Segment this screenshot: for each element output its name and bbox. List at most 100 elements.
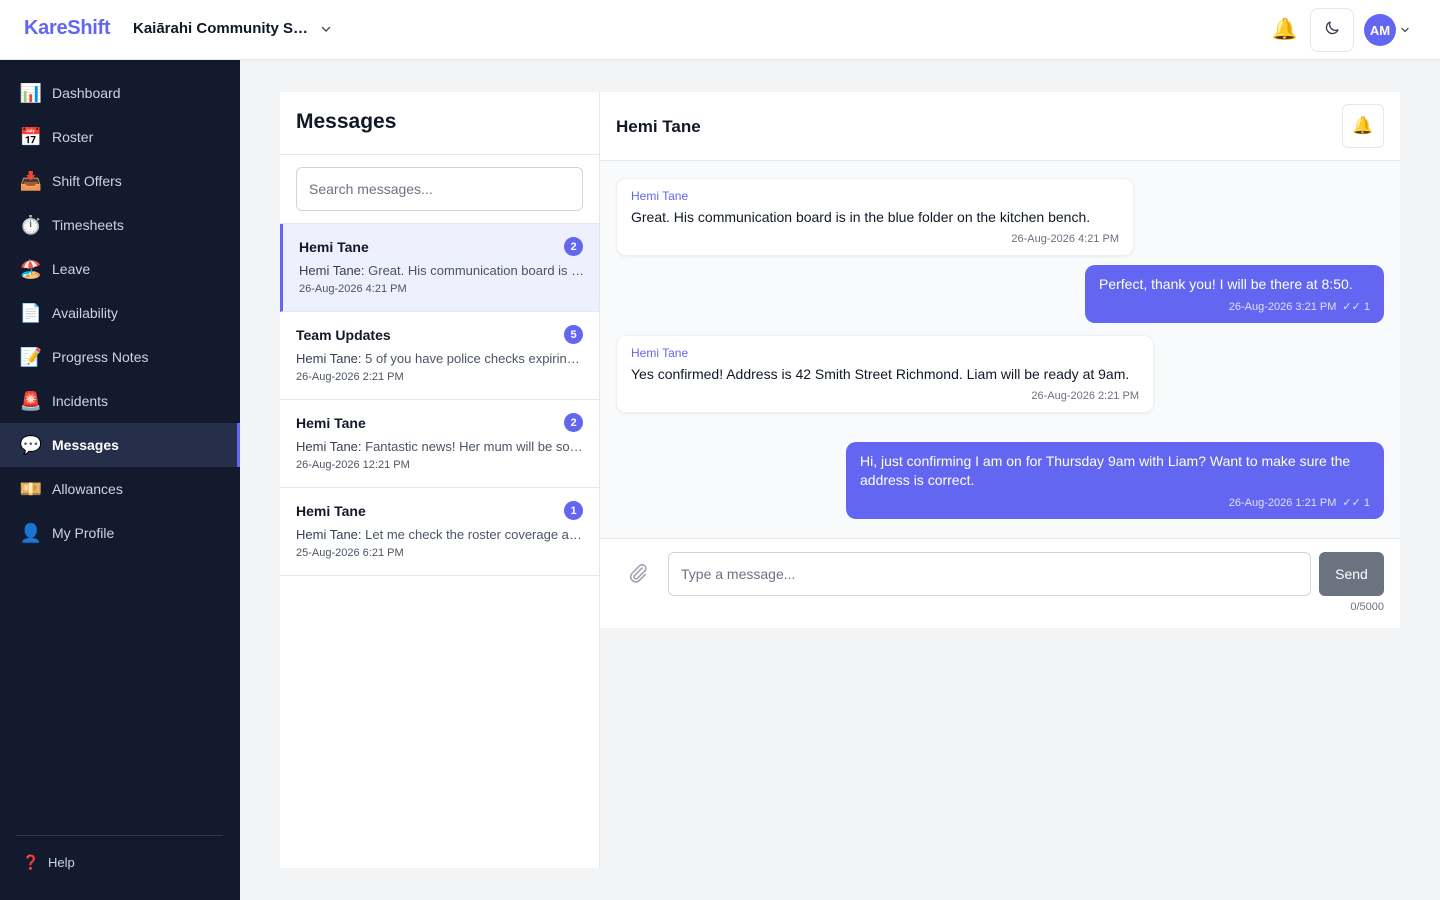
conversation-item[interactable]: Hemi Tane 2 Hemi Tane: Great. His commun… [280,224,599,312]
beach-icon: 🏖️ [19,258,43,279]
chevron-down-icon [1400,25,1410,35]
sidebar-item-label: Incidents [52,393,109,409]
chat-notifications-bell-icon[interactable]: 🔔 [1342,104,1384,148]
conversation-time: 26-Aug-2026 2:21 PM [296,371,404,383]
paperclip-icon[interactable] [624,559,652,587]
message-composer: Send 0/5000 [600,538,1400,628]
message-sender: Hemi Tane [631,189,689,203]
character-count: 0/5000 [1350,601,1384,613]
preview-text: 5 of you have police checks expiring thi… [365,351,583,366]
unread-badge: 1 [564,501,583,520]
sidebar-item-label: Roster [52,129,94,145]
sidebar-item-allowances[interactable]: 💴 Allowances [0,467,240,511]
conversation-preview: Hemi Tane: Great. His communication boar… [299,263,586,278]
inbox-tray-icon: 📥 [19,170,43,191]
message-bubble-incoming: Hemi Tane Yes confirmed! Address is 42 S… [616,335,1154,413]
conversation-item[interactable]: Team Updates 5 Hemi Tane: 5 of you have … [280,312,599,400]
preview-text: Great. His communication board is in the… [368,263,586,278]
chevron-down-icon [319,22,333,36]
sidebar-item-dashboard[interactable]: 📊 Dashboard [0,71,240,115]
preview-text: Let me check the roster coverage and get… [365,527,583,542]
preview-sender: Hemi Tane: [296,439,362,454]
user-menu[interactable]: AM [1364,14,1410,46]
notifications-bell-icon[interactable]: 🔔 [1270,15,1300,45]
preview-sender: Hemi Tane: [296,527,362,542]
sidebar-item-label: Allowances [52,481,123,497]
sidebar-item-label: Leave [52,261,91,277]
message-time: 26-Aug-2026 3:21 PM [1228,301,1337,313]
conversation-list-panel: Messages Hemi Tane 2 Hemi Tane: Great. H… [280,92,600,868]
chat-title: Hemi Tane [616,117,701,136]
sidebar-item-label: Shift Offers [52,173,122,189]
message-bubble-incoming: Hemi Tane Great. His communication board… [616,178,1134,256]
avatar: AM [1364,14,1396,46]
sidebar-item-my-profile[interactable]: 👤 My Profile [0,511,240,555]
message-bubble-outgoing: Hi, just confirming I am on for Thursday… [846,442,1384,519]
sidebar-item-timesheets[interactable]: ⏱️ Timesheets [0,203,240,247]
conversation-time: 26-Aug-2026 12:21 PM [296,459,410,471]
moon-icon [1323,19,1341,42]
sidebar-item-help[interactable]: ❓ Help [22,854,75,871]
stopwatch-icon: ⏱️ [19,214,43,235]
search-input[interactable] [296,167,583,211]
conversation-name: Team Updates [296,327,391,343]
message-meta: 26-Aug-2026 3:21 PM ✓✓ 1 [1099,300,1370,313]
conversation-preview: Hemi Tane: 5 of you have police checks e… [296,351,583,366]
message-input[interactable] [668,552,1311,596]
sidebar-item-roster[interactable]: 📅 Roster [0,115,240,159]
sidebar: 📊 Dashboard 📅 Roster 📥 Shift Offers ⏱️ T… [0,60,240,900]
sidebar-item-shift-offers[interactable]: 📥 Shift Offers [0,159,240,203]
organisation-name: Kaiārahi Community Support Services [133,20,311,37]
sidebar-item-availability[interactable]: 📄 Availability [0,291,240,335]
message-time: 26-Aug-2026 2:21 PM [1031,390,1139,402]
user-icon: 👤 [19,522,43,543]
preview-sender: Hemi Tane: [296,351,362,366]
message-sender: Hemi Tane [631,346,689,360]
unread-badge: 5 [564,325,583,344]
message-text: Perfect, thank you! I will be there at 8… [1099,276,1353,292]
conversation-name: Hemi Tane [299,239,369,255]
sidebar-item-label: Messages [52,437,119,453]
message-text: Yes confirmed! Address is 42 Smith Stree… [631,366,1130,382]
send-button[interactable]: Send [1319,552,1384,596]
top-bar: KareShift Kaiārahi Community Support Ser… [0,0,1440,60]
sidebar-item-incidents[interactable]: 🚨 Incidents [0,379,240,423]
money-icon: 💴 [19,478,43,499]
conversation-time: 26-Aug-2026 4:21 PM [299,283,407,295]
sidebar-item-label: Progress Notes [52,349,149,365]
sidebar-divider [16,835,223,836]
unread-badge: 2 [564,413,583,432]
dark-mode-toggle[interactable] [1310,8,1354,52]
speech-bubble-icon: 💬 [19,434,43,455]
chat-panel: Hemi Tane 🔔 Hemi Tane Great. His communi… [600,92,1400,628]
sidebar-item-leave[interactable]: 🏖️ Leave [0,247,240,291]
preview-sender: Hemi Tane: [299,263,365,278]
calendar-icon: 📅 [19,126,43,147]
siren-icon: 🚨 [19,390,43,411]
conversation-name: Hemi Tane [296,415,366,431]
sidebar-item-label: Availability [52,305,118,321]
message-time: 26-Aug-2026 4:21 PM [1011,233,1119,245]
sidebar-item-messages[interactable]: 💬 Messages [0,423,240,467]
message-bubble-outgoing: Perfect, thank you! I will be there at 8… [1085,265,1384,323]
message-text: Great. His communication board is in the… [631,209,1091,225]
preview-text: Fantastic news! Her mum will be so pleas… [365,439,583,454]
document-icon: 📄 [19,302,43,323]
sidebar-item-label: Dashboard [52,85,121,101]
conversation-preview: Hemi Tane: Fantastic news! Her mum will … [296,439,583,454]
message-meta: 26-Aug-2026 1:21 PM ✓✓ 1 [860,496,1370,509]
read-receipt-icon: ✓✓ 1 [1342,301,1370,313]
organisation-selector[interactable]: Kaiārahi Community Support Services [133,20,333,37]
app-logo[interactable]: KareShift [24,17,111,40]
conversation-item[interactable]: Hemi Tane 2 Hemi Tane: Fantastic news! H… [280,400,599,488]
chat-header: Hemi Tane 🔔 [600,92,1400,161]
conversation-preview: Hemi Tane: Let me check the roster cover… [296,527,583,542]
divider [280,154,599,155]
chart-icon: 📊 [19,82,43,103]
sidebar-item-progress-notes[interactable]: 📝 Progress Notes [0,335,240,379]
conversation-name: Hemi Tane [296,503,366,519]
conversation-item[interactable]: Hemi Tane 1 Hemi Tane: Let me check the … [280,488,599,576]
memo-icon: 📝 [19,346,43,367]
message-time: 26-Aug-2026 1:21 PM [1228,497,1337,509]
question-mark-icon: ❓ [22,854,40,870]
